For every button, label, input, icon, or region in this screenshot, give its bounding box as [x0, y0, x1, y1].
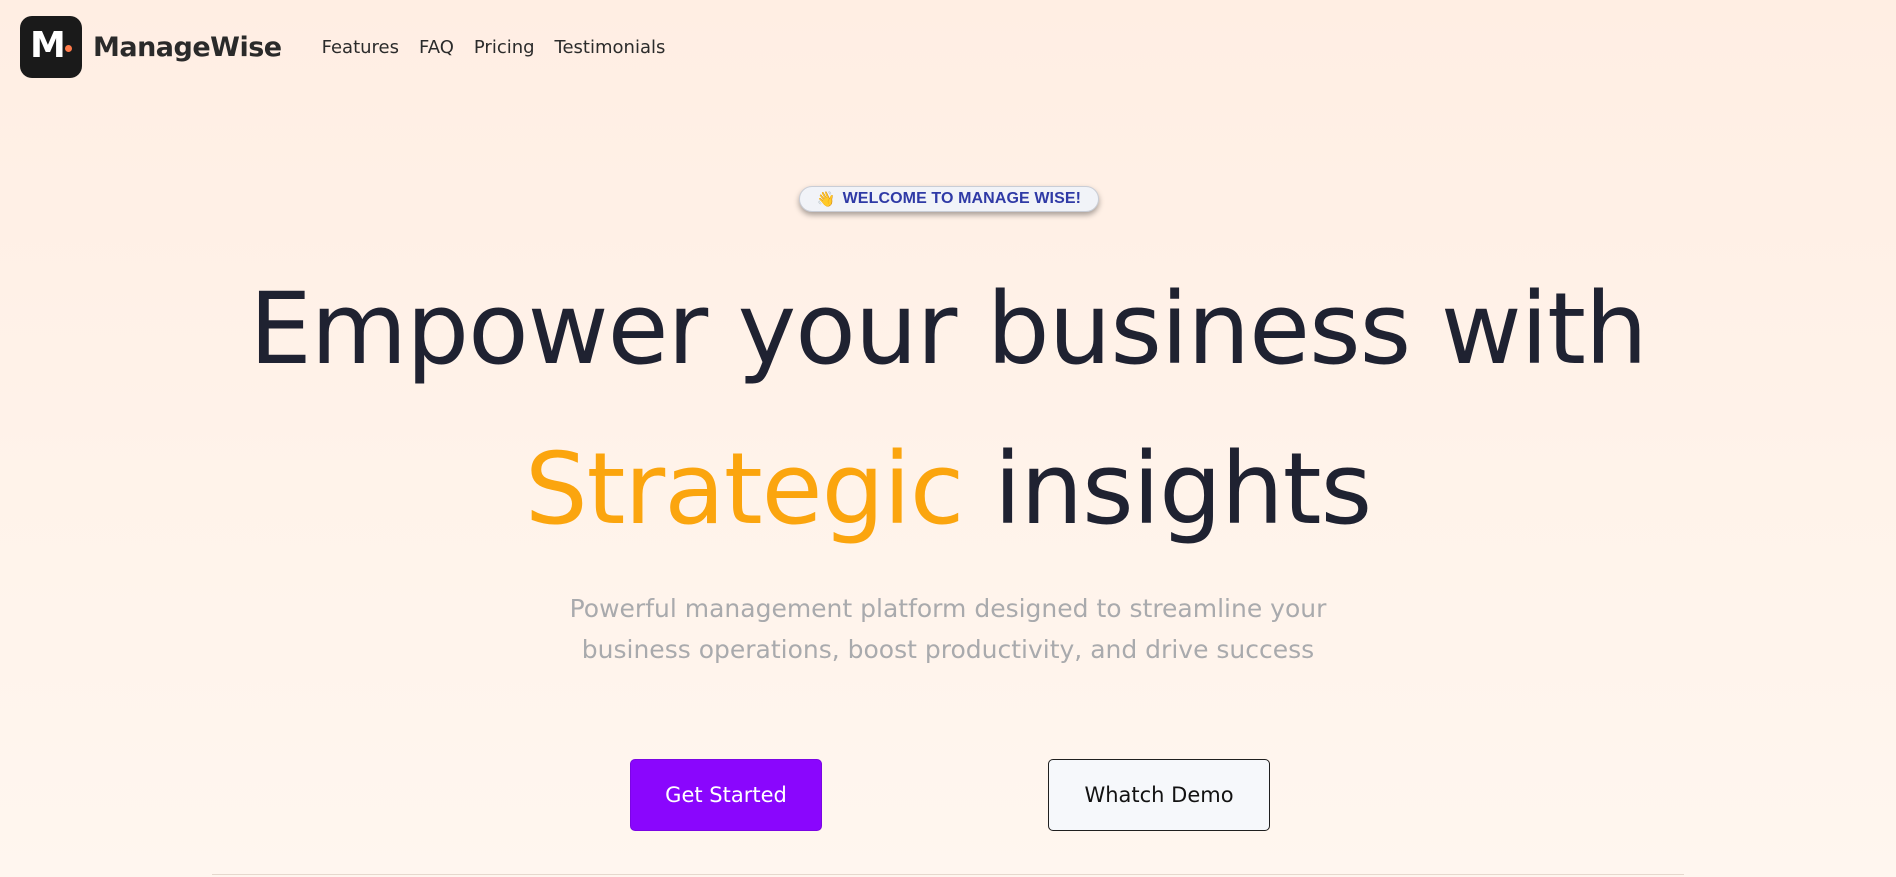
- brand-logo[interactable]: M: [20, 16, 82, 78]
- site-header: M ManageWise Features FAQ Pricing Testim…: [20, 15, 665, 79]
- nav-link-faq[interactable]: FAQ: [419, 37, 454, 58]
- hero-title: Empower your business with Strategic ins…: [0, 250, 1896, 570]
- hero-subtitle-line-2: business operations, boost productivity,…: [581, 635, 1315, 664]
- main-nav: Features FAQ Pricing Testimonials: [322, 37, 666, 58]
- section-divider: [212, 874, 1684, 875]
- waving-hand-icon: 👋: [816, 189, 836, 208]
- hero-title-line-2: Strategic insights: [0, 410, 1896, 570]
- nav-link-testimonials[interactable]: Testimonials: [555, 37, 666, 58]
- nav-link-pricing[interactable]: Pricing: [474, 37, 535, 58]
- hero-title-accent: Strategic: [524, 432, 965, 547]
- get-started-button[interactable]: Get Started: [630, 759, 822, 831]
- hero-title-line-1: Empower your business with: [249, 272, 1648, 387]
- brand-name[interactable]: ManageWise: [93, 32, 282, 63]
- nav-link-features[interactable]: Features: [322, 37, 399, 58]
- logo-letter: M: [30, 25, 66, 66]
- watch-demo-button[interactable]: Whatch Demo: [1048, 759, 1270, 831]
- hero-subtitle-line-1: Powerful management platform designed to…: [569, 594, 1327, 623]
- welcome-badge: 👋 WELCOME TO MANAGE WISE!: [799, 186, 1099, 212]
- welcome-badge-text: WELCOME TO MANAGE WISE!: [842, 190, 1082, 207]
- hero-subtitle: Powerful management platform designed to…: [0, 588, 1896, 670]
- logo-dot: [65, 45, 72, 52]
- hero-title-line-2-rest: insights: [963, 432, 1372, 547]
